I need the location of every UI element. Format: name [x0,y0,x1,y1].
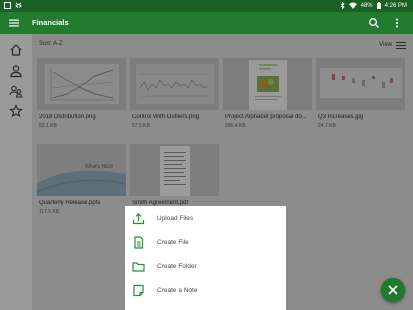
view-toggle-label[interactable]: View [379,42,392,48]
create-action-sheet: Upload Files Create File Create Folder C… [125,206,286,310]
list-view-icon[interactable] [396,41,406,50]
wifi-icon [348,2,357,9]
box-notification-icon [4,2,11,9]
file-size: 296.4 KB [225,123,246,129]
file-thumbnail [223,58,312,110]
folder-icon [132,262,145,272]
bar-chart-thumbnail [320,68,402,98]
note-icon [133,284,144,297]
home-icon[interactable] [9,43,23,57]
file-thumbnail [130,144,219,196]
battery-icon [376,2,381,9]
search-icon[interactable] [368,17,380,29]
star-icon[interactable] [9,104,23,118]
status-indicators: 48% 4:26 PM [340,2,407,9]
file-tile[interactable]: Q3 Increases.jpg 24.7 KB [316,58,405,132]
more-vert-icon[interactable] [391,17,403,29]
file-tile[interactable]: 2018 Distribution.png 53.1 KB [37,58,126,132]
close-fab-button[interactable] [381,278,405,302]
file-tile[interactable]: Control With Outliers.png 57.5 KB [130,58,219,132]
upload-icon [132,212,145,225]
side-nav-rail [0,34,32,310]
file-thumbnail [316,58,405,110]
app-bar: Financials [0,12,413,34]
bluetooth-icon [340,2,345,9]
file-name: Q3 Increases.jpg [318,114,364,120]
file-size: 57.5 KB [132,123,150,129]
file-thumbnail [130,58,219,110]
control-chart-thumbnail [136,64,214,104]
person-icon[interactable] [9,64,23,78]
create-note-label: Create a Note [157,287,198,294]
battery-percent: 48% [360,2,373,9]
pdf-thumbnail [160,146,190,196]
file-icon [134,236,144,249]
create-file-option[interactable]: Create File [125,231,286,255]
file-name: Quarterly Release.pptx [39,200,101,206]
line-chart-thumbnail [45,64,119,104]
upload-files-label: Upload Files [157,215,194,222]
dropbox-notification-icon [15,2,22,8]
file-size: 117.5 KB [39,209,60,215]
file-tile[interactable]: Project Alphabet proposal do... 296.4 KB [223,58,312,132]
file-name: Control With Outliers.png [132,114,200,120]
create-folder-label: Create Folder [157,263,197,270]
file-tile[interactable]: What's NEW Quarterly Release.pptx 117.5 … [37,144,126,218]
upload-files-option[interactable]: Upload Files [125,207,286,231]
create-note-option[interactable]: Create a Note [125,279,286,303]
clock: 4:26 PM [384,2,407,9]
status-notifications [4,2,22,9]
create-folder-option[interactable]: Create Folder [125,255,286,279]
status-bar: 48% 4:26 PM [0,0,413,12]
hamburger-menu-icon[interactable] [8,17,20,29]
file-size: 24.7 KB [318,123,336,129]
slide-text: What's NEW [85,164,113,170]
file-name: 2018 Distribution.png [39,114,96,120]
close-icon [388,285,398,295]
page-title: Financials [32,18,69,27]
file-size: 53.1 KB [39,123,57,129]
slide-thumbnail: What's NEW [37,144,126,196]
create-file-label: Create File [157,239,189,246]
sort-selector[interactable]: Sort: A-Z [39,41,63,47]
file-thumbnail: What's NEW [37,144,126,196]
people-icon[interactable] [9,84,23,98]
document-thumbnail [249,60,287,110]
file-name: Project Alphabet proposal do... [225,114,307,120]
file-thumbnail [37,58,126,110]
